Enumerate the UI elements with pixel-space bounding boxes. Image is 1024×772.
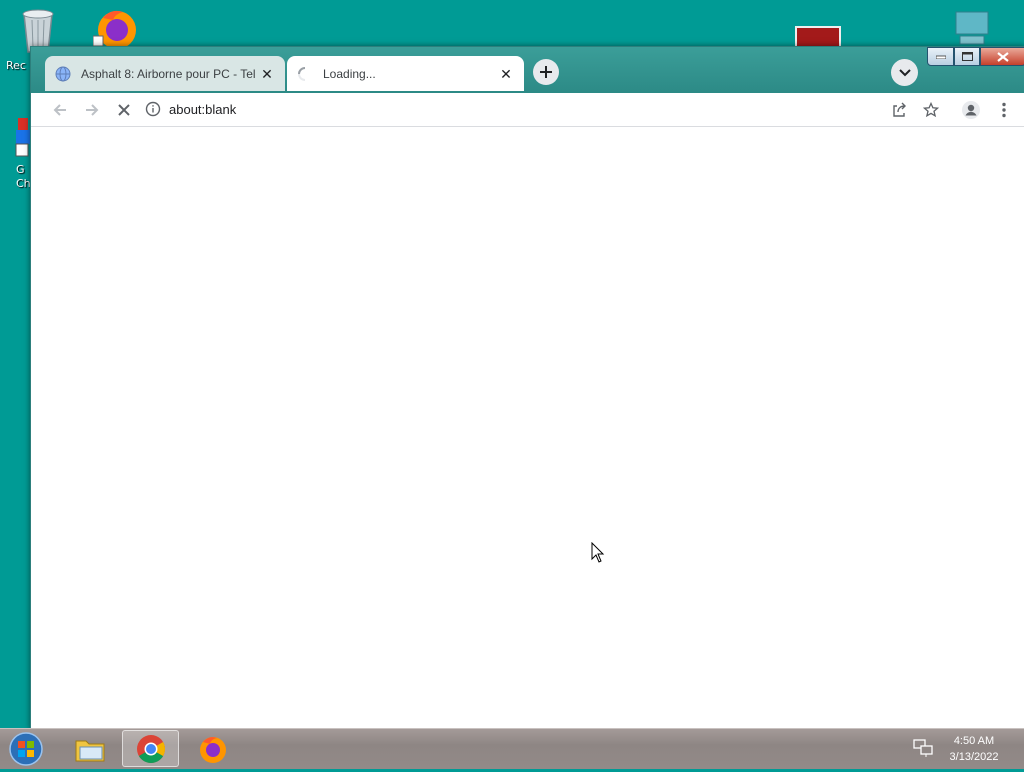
forward-button[interactable]	[80, 98, 104, 122]
firefox-icon	[199, 736, 226, 763]
plus-icon	[540, 66, 552, 78]
new-tab-button[interactable]	[533, 59, 559, 85]
tab-title: Asphalt 8: Airborne pour PC - Tel	[81, 66, 256, 81]
menu-button[interactable]	[992, 98, 1016, 122]
browser-toolbar: about:blank	[31, 93, 1024, 127]
folder-icon	[75, 740, 104, 761]
tab-loading[interactable]: Loading... ✕	[287, 56, 524, 91]
profile-button[interactable]	[959, 98, 983, 122]
chrome-icon	[136, 734, 165, 763]
tab-close-icon[interactable]: ✕	[259, 66, 275, 82]
chevron-down-icon	[898, 68, 911, 76]
start-button[interactable]	[6, 730, 46, 768]
minimize-button[interactable]	[927, 47, 954, 66]
tab-asphalt[interactable]: Asphalt 8: Airborne pour PC - Tel ✕	[45, 56, 285, 91]
network-tray-icon[interactable]	[913, 739, 933, 757]
stop-x-icon	[118, 104, 130, 116]
share-button[interactable]	[887, 98, 911, 122]
kebab-menu-icon	[1002, 102, 1006, 118]
arrow-left-icon	[53, 104, 66, 116]
address-bar[interactable]: about:blank	[145, 94, 889, 124]
window-controls	[927, 47, 1024, 67]
arrow-right-icon	[86, 104, 99, 116]
minimize-icon	[935, 55, 946, 59]
chrome-desktop-label: G Ch	[16, 163, 31, 190]
tab-search-button[interactable]	[891, 59, 918, 86]
page-content[interactable]	[31, 127, 1024, 729]
firefox-desktop-icon[interactable]	[92, 6, 141, 50]
share-icon	[893, 102, 906, 117]
back-button[interactable]	[48, 98, 72, 122]
tab-close-icon[interactable]: ✕	[498, 66, 514, 82]
network-desktop-icon[interactable]	[952, 10, 992, 48]
maximize-button[interactable]	[954, 47, 980, 66]
taskbar-firefox[interactable]	[184, 730, 241, 767]
taskbar-explorer[interactable]	[61, 730, 118, 767]
clock-date: 3/13/2022	[949, 751, 999, 763]
tab-strip: Asphalt 8: Airborne pour PC - Tel ✕ Load…	[31, 47, 1024, 93]
bookmark-button[interactable]	[919, 98, 943, 122]
tab-title: Loading...	[323, 66, 376, 81]
windows-orb-icon	[9, 732, 43, 766]
system-clock[interactable]: 4:50 AM 3/13/2022	[940, 733, 1008, 765]
clock-time: 4:50 AM	[953, 735, 995, 747]
close-window-button[interactable]	[980, 47, 1024, 66]
loading-spinner-icon	[297, 66, 313, 82]
maximize-icon	[961, 52, 973, 61]
star-icon	[923, 102, 939, 118]
url-text[interactable]: about:blank	[169, 102, 236, 117]
folder-desktop-icon[interactable]	[795, 26, 841, 48]
taskbar-chrome[interactable]	[122, 730, 179, 767]
mouse-cursor-icon	[591, 541, 605, 567]
close-icon	[997, 51, 1009, 62]
stop-button[interactable]	[112, 98, 136, 122]
chrome-window: Asphalt 8: Airborne pour PC - Tel ✕ Load…	[30, 46, 1024, 730]
person-icon	[962, 101, 980, 119]
taskbar: 4:50 AM 3/13/2022	[0, 728, 1024, 769]
info-icon[interactable]	[145, 101, 161, 117]
recycle-bin-label: Rec	[6, 59, 26, 72]
globe-icon	[55, 66, 71, 82]
